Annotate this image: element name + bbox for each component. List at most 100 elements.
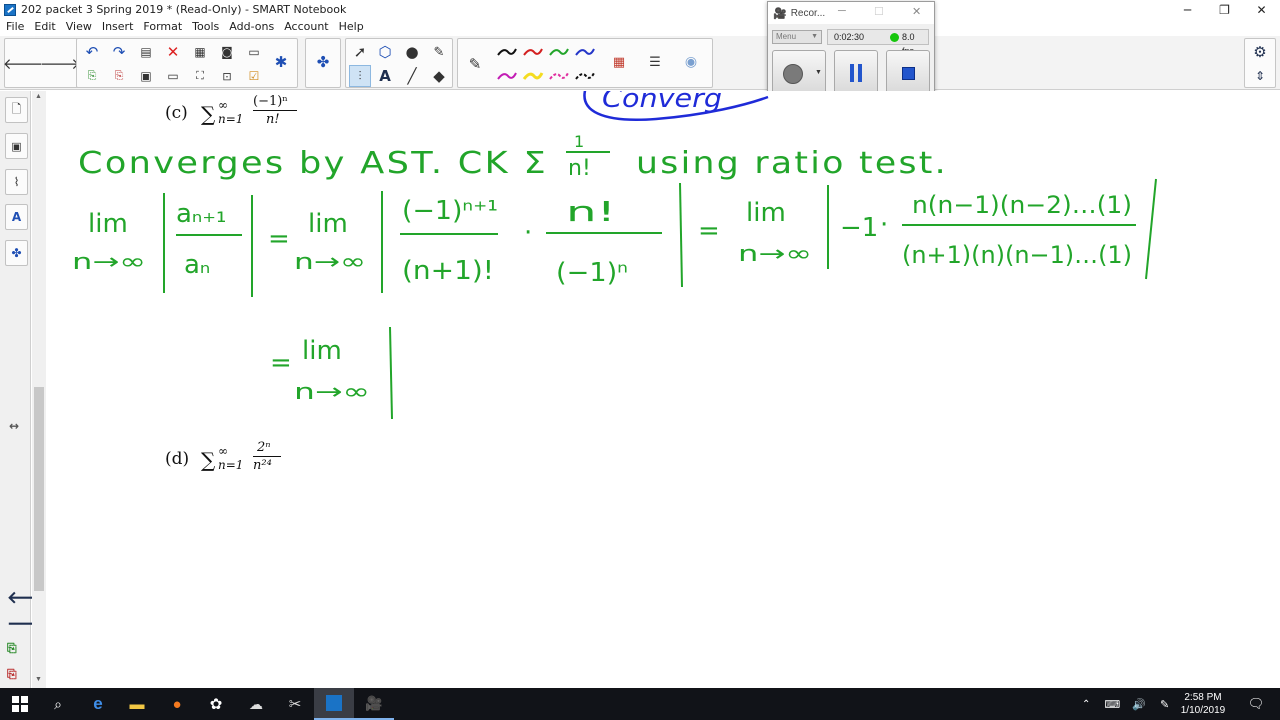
notifications-icon[interactable]: 🗨 (1236, 688, 1276, 720)
hw-frac1-den: (n+1)! (402, 256, 494, 286)
add-ons-tab[interactable]: ✤ (5, 240, 28, 266)
gallery-tab[interactable]: ▣ (5, 133, 28, 159)
record-button[interactable]: ▼ (772, 50, 826, 96)
menu-insert[interactable]: Insert (102, 20, 134, 33)
hw-lim-1: lim (88, 209, 128, 239)
stop-button[interactable] (886, 50, 930, 96)
black-dashed-pen-style-icon[interactable] (574, 65, 596, 87)
full-screen-icon[interactable]: ⛶ (189, 65, 211, 87)
add-page-side-icon[interactable]: ⎘ (7, 641, 17, 656)
line-style-icon[interactable]: ☰ (644, 51, 666, 73)
close-button[interactable]: ✕ (1243, 0, 1280, 19)
screen-shade-icon[interactable]: ▭ (162, 65, 184, 87)
hw-dot-1: · (524, 218, 532, 248)
scroll-up-icon[interactable]: ▲ (35, 93, 42, 100)
menu-account[interactable]: Account (284, 20, 328, 33)
vertical-scrollbar[interactable]: ▲ ▼ (32, 91, 46, 688)
magic-pen-icon[interactable]: ✎ (428, 41, 450, 63)
lesson-activity-icon[interactable]: ✤ (312, 51, 334, 73)
menu-addons[interactable]: Add-ons (229, 20, 274, 33)
search-icon[interactable]: ⌕ (38, 688, 78, 720)
line-tool-icon[interactable]: ╱ (401, 65, 423, 87)
blue-pen-style-icon[interactable] (574, 41, 596, 63)
whiteboard-canvas[interactable]: (c) ∑ ∞ n=1 (−1)ⁿ n! (d) ∑ ∞ n=1 2ⁿ n²⁴ … (46, 91, 1280, 688)
save-icon[interactable]: ▣ (135, 65, 157, 87)
toolbar-position-icon[interactable]: ⇕ (1249, 65, 1271, 87)
ink-layer: Converg Converges by AST. CK Σ 1 n! usin… (72, 91, 1157, 420)
file-explorer-icon[interactable]: ▬ (117, 688, 157, 720)
delete-page-side-icon[interactable]: ⎘ (7, 667, 17, 682)
previous-page-icon[interactable]: 🡐 (3, 52, 43, 74)
pen-icon[interactable]: ✎ (464, 53, 486, 75)
scroll-down-icon[interactable]: ▼ (35, 676, 42, 683)
shapes-icon[interactable]: ⬡ (374, 41, 396, 63)
black-pen-style-icon[interactable] (496, 41, 518, 63)
gear-icon[interactable]: ⚙ (1249, 41, 1271, 63)
network-icon[interactable]: ⌨ (1104, 698, 1120, 711)
app-cloud-icon[interactable]: ☁ (236, 688, 276, 720)
eraser-icon[interactable]: ◆ (428, 65, 450, 87)
recorder-close-button[interactable]: ✕ (912, 5, 921, 18)
menu-help[interactable]: Help (339, 20, 364, 33)
firefox-icon[interactable]: ● (157, 688, 197, 720)
title-bar: 202 packet 3 Spring 2019 * (Read-Only) -… (0, 0, 1280, 19)
add-page-icon[interactable]: ⎘ (81, 65, 103, 87)
delete-icon[interactable]: ✕ (162, 41, 184, 63)
screen-capture-icon[interactable]: ◙ (216, 41, 238, 63)
red-pen-style-icon[interactable] (522, 41, 544, 63)
attachments-tab[interactable]: ⌇ (5, 169, 28, 195)
recorder-minimize-button[interactable]: ─ (838, 5, 846, 17)
text-tool-icon[interactable]: A (374, 65, 396, 87)
recorder-elapsed: 0:02:30 (834, 32, 865, 42)
scroll-thumb[interactable] (34, 387, 44, 591)
redo-icon[interactable]: ↷ (108, 41, 130, 63)
pink-dashed-pen-style-icon[interactable] (548, 65, 570, 87)
app-tool-icon[interactable]: ✂ (275, 688, 315, 720)
paste-icon[interactable]: ▤ (135, 41, 157, 63)
capture-icon[interactable]: ⊡ (216, 65, 238, 87)
blue-fragment-text: Converg (602, 91, 722, 114)
pause-button[interactable] (834, 50, 878, 96)
menu-edit[interactable]: Edit (34, 20, 55, 33)
hw-n-to-inf-2: n→∞ (294, 250, 366, 275)
fill-icon[interactable]: ● (401, 41, 423, 63)
tray-chevron-up-icon[interactable]: ⌃ (1082, 699, 1090, 710)
recorder-status: 0:02:30 8.0 fps (827, 29, 929, 56)
pen-tool-icon[interactable]: ⫶ (349, 65, 371, 87)
minimize-button[interactable]: ─ (1169, 0, 1206, 19)
edge-browser-icon[interactable]: e (78, 688, 118, 720)
document-camera-icon[interactable]: ▭ (243, 41, 265, 63)
delete-page-icon[interactable]: ⎘ (108, 65, 130, 87)
undo-icon[interactable]: ↶ (81, 41, 103, 63)
windows-start-button[interactable] (0, 688, 40, 720)
smart-notebook-taskbar-icon[interactable] (314, 688, 354, 720)
menu-file[interactable]: File (6, 20, 24, 33)
recorder-title-bar: 🎥 Recor... ─ ☐ ✕ (768, 2, 934, 24)
menu-view[interactable]: View (66, 20, 92, 33)
clock[interactable]: 2:58 PM 1/10/2019 (1174, 691, 1232, 717)
app-gear-icon[interactable]: ✿ (196, 688, 236, 720)
magenta-pen-style-icon[interactable] (496, 65, 518, 87)
color-palette-icon[interactable]: ▦ (608, 51, 630, 73)
restore-button[interactable]: ❐ (1206, 0, 1243, 19)
response-icon[interactable]: ☑ (243, 65, 265, 87)
add-ons-icon[interactable]: ✱ (270, 51, 292, 73)
select-icon[interactable]: ➚ (349, 41, 371, 63)
green-pen-style-icon[interactable] (548, 41, 570, 63)
resize-sidebar-icon[interactable]: ↔ (9, 419, 19, 433)
recorder-menu-dropdown[interactable]: Menu ▼ (772, 30, 822, 44)
properties-tab[interactable]: A (5, 204, 28, 230)
recorder-taskbar-icon[interactable]: 🎥 (354, 688, 394, 720)
menu-format[interactable]: Format (143, 20, 182, 33)
table-icon[interactable]: ▦ (189, 41, 211, 63)
next-page-icon[interactable]: 🡒 (40, 52, 80, 74)
yellow-highlighter-style-icon[interactable] (522, 65, 544, 87)
page-sorter-tab[interactable]: 🗋 (5, 97, 28, 123)
pen-tray-icon[interactable]: ✎ (1160, 698, 1169, 711)
hw-abs-bar-7 (389, 326, 393, 420)
transparency-icon[interactable]: ◉ (680, 51, 702, 73)
menu-tools[interactable]: Tools (192, 20, 219, 33)
record-options-icon[interactable]: ▼ (815, 69, 822, 76)
volume-icon[interactable]: 🔊 (1132, 698, 1146, 711)
smart-notebook-icon (4, 3, 16, 16)
